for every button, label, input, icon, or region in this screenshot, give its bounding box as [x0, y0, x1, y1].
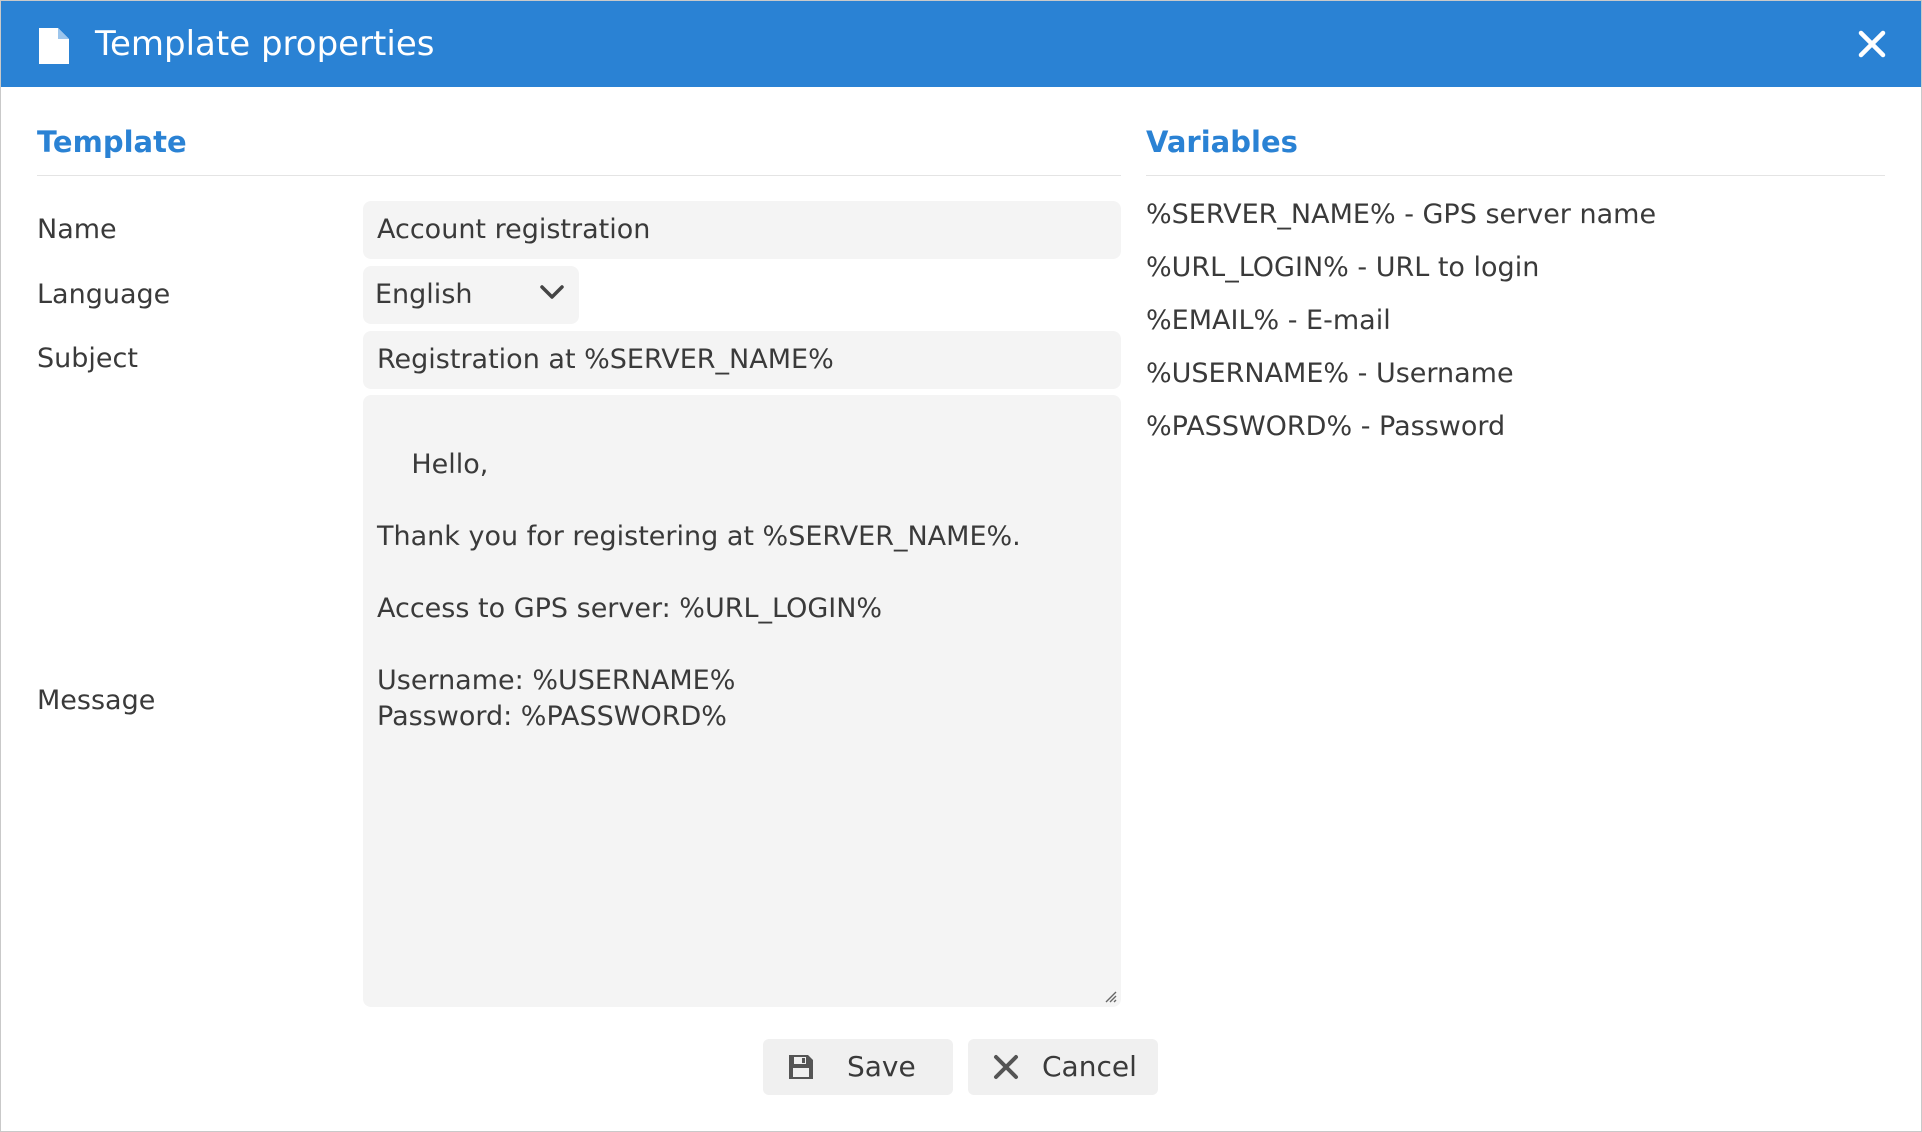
message-text: Hello, Thank you for registering at %SER…	[377, 449, 1021, 732]
subject-input[interactable]: Registration at %SERVER_NAME%	[363, 331, 1121, 389]
floppy-disk-icon	[789, 1055, 813, 1079]
language-selected-value: English	[375, 279, 473, 310]
message-label: Message	[37, 685, 156, 716]
chevron-down-icon	[540, 285, 564, 299]
variable-email: %EMAIL% - E-mail	[1146, 305, 1391, 336]
variable-url-login: %URL_LOGIN% - URL to login	[1146, 252, 1540, 283]
variable-username: %USERNAME% - Username	[1146, 358, 1514, 389]
cancel-button[interactable]: Cancel	[968, 1039, 1158, 1095]
template-divider	[37, 175, 1121, 176]
save-button-label: Save	[847, 1050, 916, 1083]
message-textarea[interactable]: Hello, Thank you for registering at %SER…	[363, 395, 1121, 1007]
x-icon	[994, 1055, 1018, 1079]
variables-heading: Variables	[1146, 125, 1298, 159]
variable-server-name: %SERVER_NAME% - GPS server name	[1146, 199, 1657, 230]
template-properties-dialog: Template properties Template Name Accoun…	[0, 0, 1922, 1132]
variables-divider	[1146, 175, 1885, 176]
save-button[interactable]: Save	[763, 1039, 953, 1095]
cancel-button-label: Cancel	[1042, 1050, 1137, 1083]
language-label: Language	[37, 279, 171, 310]
template-heading: Template	[37, 125, 187, 159]
name-input[interactable]: Account registration	[363, 201, 1121, 259]
title-bar: Template properties	[1, 1, 1921, 87]
resize-grip-icon[interactable]	[1103, 989, 1117, 1003]
close-icon[interactable]	[1855, 27, 1889, 61]
subject-label: Subject	[37, 343, 138, 374]
dialog-title: Template properties	[95, 24, 435, 64]
name-label: Name	[37, 214, 117, 245]
variable-password: %PASSWORD% - Password	[1146, 411, 1506, 442]
language-select[interactable]: English	[363, 266, 579, 324]
document-icon	[39, 28, 69, 64]
